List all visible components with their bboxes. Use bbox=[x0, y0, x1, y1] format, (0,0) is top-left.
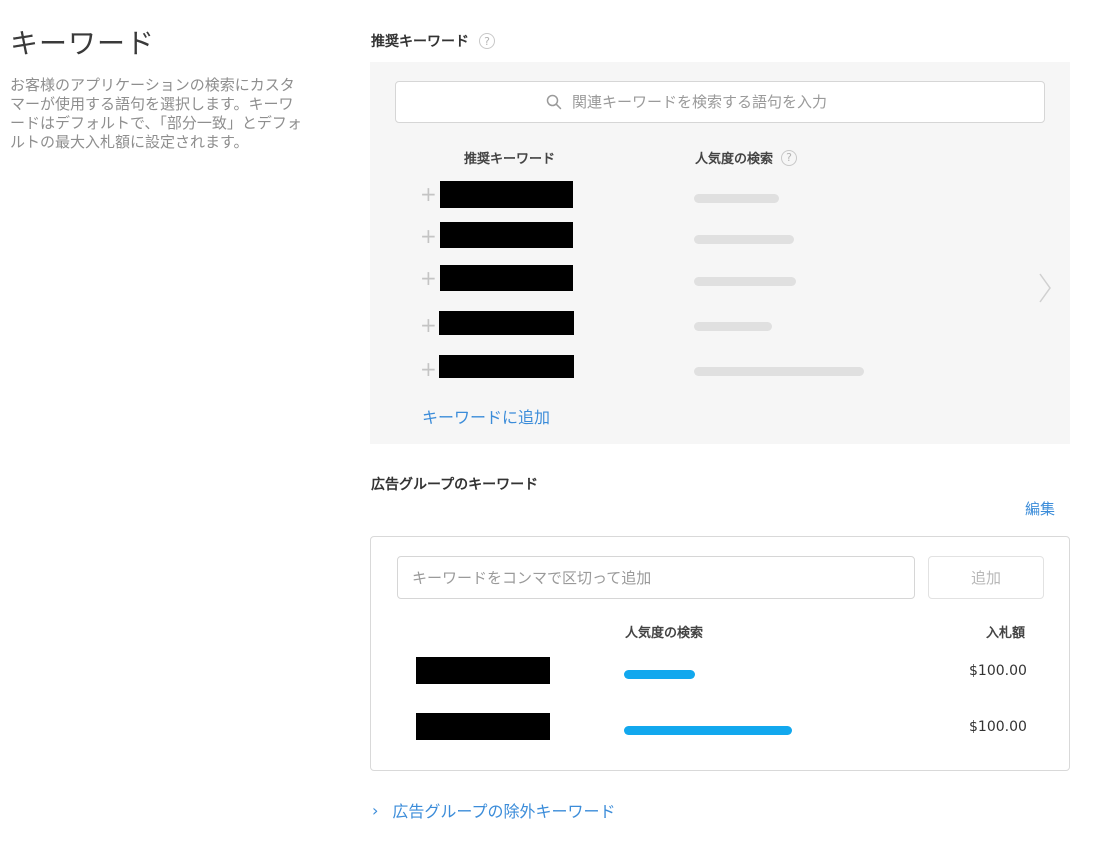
recommended-row: + bbox=[420, 355, 980, 383]
redacted-keyword bbox=[440, 222, 573, 248]
recommended-row: + bbox=[420, 264, 980, 292]
redacted-keyword bbox=[416, 657, 550, 684]
popularity-bar bbox=[694, 367, 864, 376]
ad-group-keywords-panel: 追加 人気度の検索 入札額 $100.00 $100.00 bbox=[370, 536, 1070, 771]
col-header-bid: 入札額 bbox=[985, 626, 1025, 641]
popularity-bar bbox=[694, 277, 796, 286]
col-header-recommended-keyword: 推奨キーワード bbox=[464, 152, 556, 167]
negative-keywords-label: 広告グループの除外キーワード bbox=[392, 802, 616, 821]
help-icon[interactable]: ? bbox=[781, 149, 798, 166]
recommended-section-title: 推奨キーワード ? bbox=[371, 31, 495, 51]
help-icon[interactable]: ? bbox=[479, 33, 495, 49]
col-header-popularity: 人気度の検索 bbox=[625, 626, 704, 641]
recommended-row: + bbox=[420, 180, 980, 208]
popularity-bar bbox=[624, 726, 792, 735]
popularity-bar bbox=[694, 194, 779, 203]
page-title: キーワード bbox=[10, 27, 156, 60]
recommended-row: + bbox=[420, 311, 980, 339]
related-keyword-search-input[interactable] bbox=[570, 92, 894, 112]
redacted-keyword bbox=[440, 181, 573, 208]
bid-amount[interactable]: $100.00 bbox=[969, 663, 1027, 679]
chevron-right-icon: › bbox=[372, 800, 379, 820]
intro-section: キーワード お客様のアプリケーションの検索にカスタマーが使用する語句を選択します… bbox=[10, 26, 310, 152]
recommended-title-text: 推奨キーワード bbox=[371, 34, 469, 50]
popularity-bar bbox=[624, 670, 695, 679]
related-keyword-search[interactable] bbox=[395, 81, 1045, 123]
bid-amount[interactable]: $100.00 bbox=[969, 719, 1027, 735]
popularity-bar bbox=[694, 322, 772, 331]
recommended-row: + bbox=[420, 222, 980, 250]
page-description: お客様のアプリケーションの検索にカスタマーが使用する語句を選択します。キーワード… bbox=[10, 76, 302, 151]
col-header-popularity-text: 人気度の検索 bbox=[695, 152, 774, 167]
redacted-keyword bbox=[416, 713, 550, 740]
edit-link[interactable]: 編集 bbox=[1025, 498, 1055, 519]
negative-keywords-link[interactable]: › 広告グループの除外キーワード bbox=[372, 798, 615, 822]
chevron-right-icon[interactable] bbox=[1038, 272, 1052, 308]
redacted-keyword bbox=[439, 311, 574, 335]
recommended-keywords-panel: 推奨キーワード 人気度の検索 ? + + + + + bbox=[370, 62, 1070, 444]
keyword-entry-input[interactable] bbox=[397, 556, 915, 599]
plus-icon[interactable]: + bbox=[420, 182, 437, 206]
popularity-bar bbox=[694, 235, 794, 244]
plus-icon[interactable]: + bbox=[420, 224, 437, 248]
add-keyword-button[interactable]: 追加 bbox=[928, 556, 1044, 599]
search-icon bbox=[546, 94, 562, 110]
plus-icon[interactable]: + bbox=[420, 266, 437, 290]
redacted-keyword bbox=[440, 265, 573, 291]
plus-icon[interactable]: + bbox=[420, 313, 437, 337]
plus-icon[interactable]: + bbox=[420, 357, 437, 381]
redacted-keyword bbox=[439, 355, 574, 378]
keywords-page: キーワード お客様のアプリケーションの検索にカスタマーが使用する語句を選択します… bbox=[0, 0, 1108, 846]
ad-group-keywords-title: 広告グループのキーワード bbox=[371, 477, 539, 493]
add-to-keywords-link[interactable]: キーワードに追加 bbox=[422, 404, 550, 428]
col-header-popularity: 人気度の検索 ? bbox=[695, 148, 798, 167]
